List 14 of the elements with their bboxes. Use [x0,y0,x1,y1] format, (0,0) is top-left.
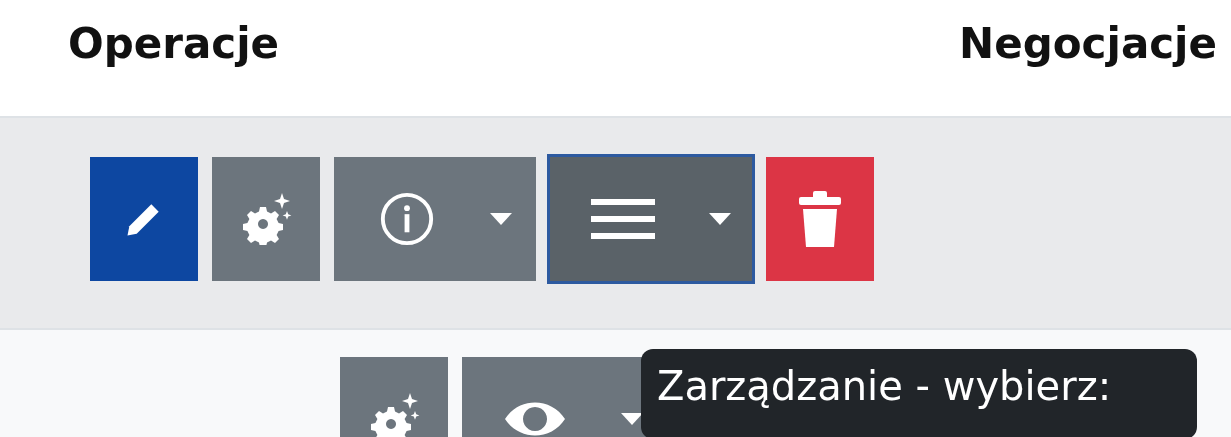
delete-button[interactable] [766,157,874,281]
info-dropdown-button[interactable] [334,157,536,281]
caret-icon [621,413,643,425]
menu-dropdown-button[interactable] [550,157,752,281]
edit-button[interactable] [90,157,198,281]
tooltip: Zarządzanie - wybierz: [641,349,1197,437]
menu-icon [591,197,655,241]
info-icon [378,190,436,248]
trash-icon [799,191,841,247]
column-header: Negocjacje [959,18,1217,68]
caret-icon [709,213,731,225]
caret-icon [490,213,512,225]
column-header: Operacje [68,18,280,68]
settings-button[interactable] [212,157,320,281]
